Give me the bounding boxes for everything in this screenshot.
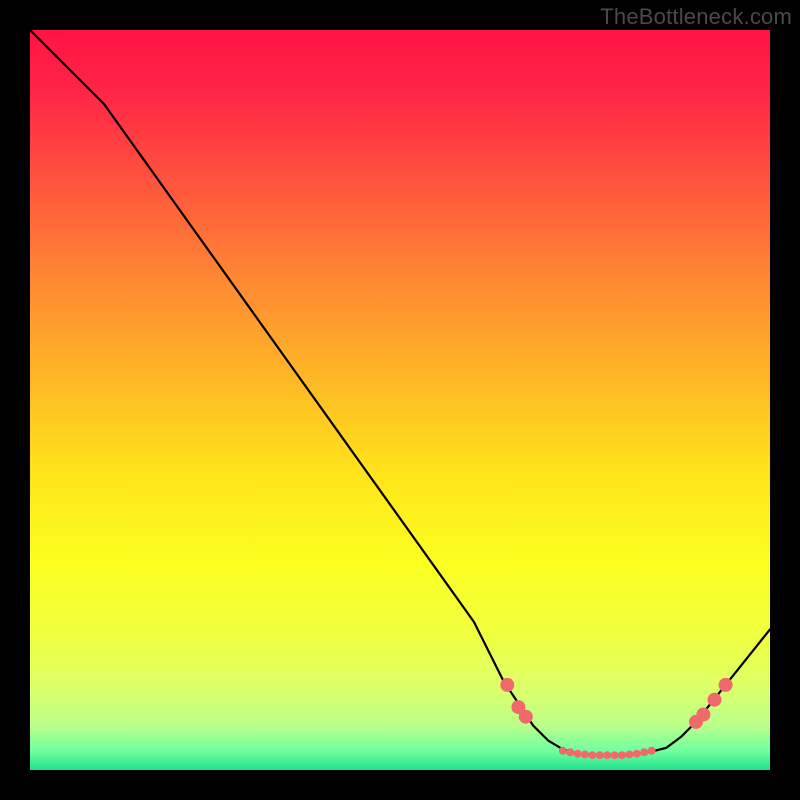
marker-dot [596, 751, 604, 759]
chart-svg [30, 30, 770, 770]
marker-dot [648, 747, 656, 755]
marker-dot [696, 708, 710, 722]
marker-dot [588, 751, 596, 759]
marker-dot [574, 750, 582, 758]
chart-frame: TheBottleneck.com [0, 0, 800, 800]
marker-dot [640, 748, 648, 756]
marker-dot [625, 750, 633, 758]
marker-dot [519, 710, 533, 724]
marker-dot [500, 678, 514, 692]
marker-dot [719, 678, 733, 692]
gradient-background [30, 30, 770, 770]
marker-dot [708, 693, 722, 707]
marker-dot [618, 751, 626, 759]
marker-dot [566, 748, 574, 756]
marker-dot [581, 750, 589, 758]
marker-dot [603, 751, 611, 759]
marker-dot [559, 747, 567, 755]
marker-dot [611, 751, 619, 759]
watermark-text: TheBottleneck.com [600, 4, 792, 30]
plot-area [30, 30, 770, 770]
marker-dot [633, 750, 641, 758]
